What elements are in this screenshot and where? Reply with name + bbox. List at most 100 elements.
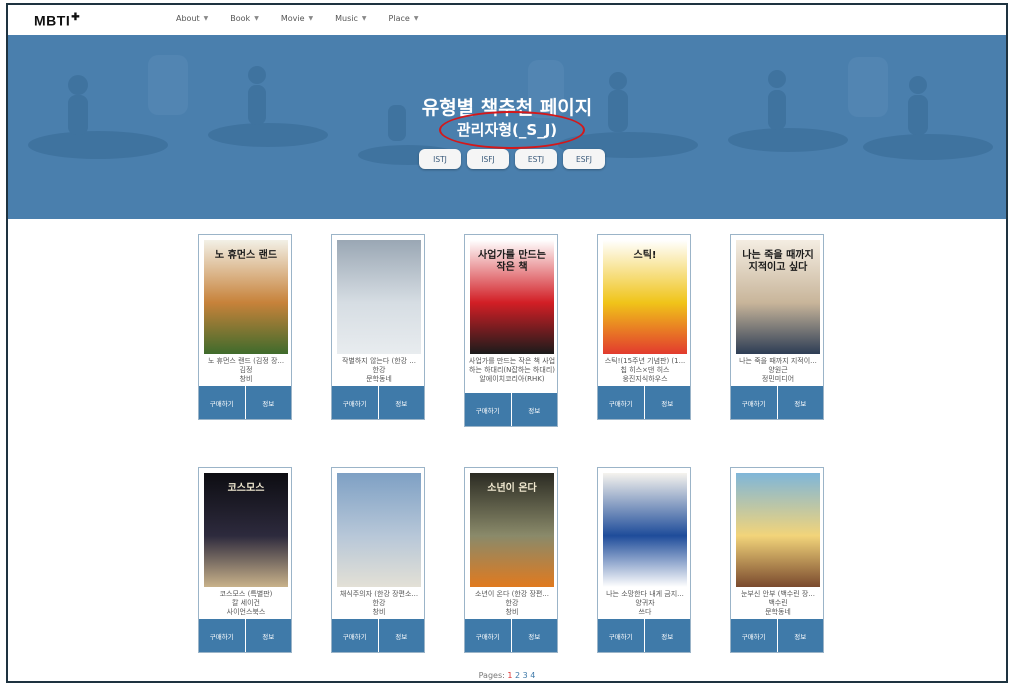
book-actions: 구매하기 정보: [199, 385, 291, 419]
book-title: 나는 소망한다 내게 금지...: [606, 590, 684, 598]
type-button-group: ISTJ ISFJ ESTJ ESFJ: [419, 149, 605, 169]
book-author: 한강: [372, 366, 386, 374]
info-button[interactable]: 정보: [510, 619, 557, 652]
info-button[interactable]: 정보: [776, 619, 823, 652]
book-publisher: 웅진지식하우스: [622, 375, 668, 383]
book-author: 백수린: [768, 599, 788, 607]
hero-banner: 유형별 책추천 페이지 관리자형(_S_J) ISTJ ISFJ ESTJ ES…: [8, 35, 1006, 219]
nav-item-book[interactable]: Book ▼: [230, 14, 259, 23]
book-card: 나는 소망한다 내게 금지... 양귀자 쓰다 구매하기 정보: [597, 467, 691, 653]
type-button-istj[interactable]: ISTJ: [419, 149, 461, 169]
type-button-estj[interactable]: ESTJ: [515, 149, 557, 169]
book-publisher: 쓰다: [638, 608, 652, 616]
pagination-label: Pages:: [478, 671, 505, 680]
buy-button[interactable]: 구매하기: [598, 619, 644, 652]
buy-button[interactable]: 구매하기: [199, 386, 245, 419]
info-button[interactable]: 정보: [510, 393, 557, 426]
chevron-down-icon: ▼: [413, 15, 419, 22]
book-publisher: 창비: [505, 608, 519, 616]
nav-item-about[interactable]: About ▼: [176, 14, 208, 23]
nav-item-movie[interactable]: Movie ▼: [281, 14, 313, 23]
buy-button[interactable]: 구매하기: [465, 393, 511, 426]
book-publisher: 알에이치코리아(RHK): [479, 375, 545, 383]
page-link[interactable]: 2: [515, 671, 520, 680]
book-info: 눈부신 안부 (백수린 장... 백수린 문학동네: [733, 590, 823, 617]
book-author: 김정: [239, 366, 253, 374]
buy-button[interactable]: 구매하기: [465, 619, 511, 652]
book-author: 양귀자: [635, 599, 655, 607]
book-cover-image[interactable]: [337, 240, 421, 354]
book-title: 소년이 온다 (한강 장편...: [474, 590, 550, 598]
book-card: 작별하지 않는다 (한강 ... 한강 문학동네 구매하기 정보: [331, 234, 425, 420]
buy-button[interactable]: 구매하기: [731, 619, 777, 652]
book-cover-image[interactable]: [603, 473, 687, 587]
page-link[interactable]: 4: [530, 671, 535, 680]
book-card: 나는 죽을 때까지 지적이고 싶다 나는 죽을 때까지 지적이... 양원근 정민미디…: [730, 234, 824, 420]
book-title: 채식주의자 (한강 장편소...: [339, 590, 419, 598]
book-publisher: 사이언스북스: [226, 608, 266, 616]
book-card: 사업가를 만드는 작은 책사업가를 만드는 작은 책 사업하는 하대리(N잡하는…: [464, 234, 558, 427]
book-publisher: 창비: [372, 608, 386, 616]
book-cover-image[interactable]: 노 휴먼스 랜드: [204, 240, 288, 354]
book-title: 눈부신 안부 (백수린 장...: [740, 590, 816, 598]
book-info: 스틱!(15주년 기념판) (1... 칩 히스×댄 히스 웅진지식하우스: [600, 357, 690, 384]
type-button-isfj[interactable]: ISFJ: [467, 149, 509, 169]
book-cover-image[interactable]: 사업가를 만드는 작은 책: [470, 240, 554, 354]
page-frame: MBTI✚ About ▼ Book ▼ Movie ▼ Music ▼ Place ▼ …: [6, 3, 1008, 683]
book-actions: 구매하기 정보: [598, 385, 690, 419]
page-link-current[interactable]: 1: [507, 671, 512, 680]
logo-mark-icon: ✚: [71, 12, 81, 23]
info-button[interactable]: 정보: [377, 386, 424, 419]
book-info: 나는 소망한다 내게 금지... 양귀자 쓰다: [600, 590, 690, 617]
book-author: 한강: [372, 599, 386, 607]
book-info: 채식주의자 (한강 장편소... 한강 창비: [334, 590, 424, 617]
nav-item-place[interactable]: Place ▼: [389, 14, 419, 23]
book-actions: 구매하기 정보: [465, 618, 557, 652]
book-cover-image[interactable]: 코스모스: [204, 473, 288, 587]
highlight-circle: [439, 111, 585, 149]
book-publisher: 창비: [239, 375, 253, 383]
book-title: 사업가를 만드는 작은 책 사업하는 하대리(N잡하는 하대리): [468, 357, 556, 374]
info-button[interactable]: 정보: [776, 386, 823, 419]
book-title: 스틱!(15주년 기념판) (1...: [604, 357, 686, 365]
book-cover-image[interactable]: [736, 473, 820, 587]
book-info: 사업가를 만드는 작은 책 사업하는 하대리(N잡하는 하대리) 알에이치코리아(…: [467, 357, 557, 384]
book-title: 코스모스 (특별판): [219, 590, 273, 598]
pagination: Pages: 1 2 3 4: [8, 671, 1006, 680]
site-logo[interactable]: MBTI✚: [34, 12, 80, 29]
cover-title-text: 사업가를 만드는 작은 책: [478, 250, 546, 273]
chevron-down-icon: ▼: [361, 15, 367, 22]
book-cover-image[interactable]: [337, 473, 421, 587]
book-author: 칩 히스×댄 히스: [620, 366, 670, 374]
book-actions: 구매하기 정보: [731, 618, 823, 652]
info-button[interactable]: 정보: [643, 386, 690, 419]
info-button[interactable]: 정보: [643, 619, 690, 652]
nav-item-music[interactable]: Music ▼: [335, 14, 366, 23]
book-title: 노 휴먼스 랜드 (김정 장...: [207, 357, 285, 365]
book-card: 소년이 온다 소년이 온다 (한강 장편... 한강 창비 구매하기 정보: [464, 467, 558, 653]
info-button[interactable]: 정보: [244, 386, 291, 419]
buy-button[interactable]: 구매하기: [332, 386, 378, 419]
page-link[interactable]: 3: [523, 671, 528, 680]
info-button[interactable]: 정보: [377, 619, 424, 652]
book-card: 노 휴먼스 랜드 노 휴먼스 랜드 (김정 장... 김정 창비 구매하기 정보: [198, 234, 292, 420]
book-card: 스틱! 스틱!(15주년 기념판) (1... 칩 히스×댄 히스 웅진지식하우스 구매…: [597, 234, 691, 420]
book-cover-image[interactable]: 스틱!: [603, 240, 687, 354]
book-info: 작별하지 않는다 (한강 ... 한강 문학동네: [334, 357, 424, 384]
type-button-esfj[interactable]: ESFJ: [563, 149, 605, 169]
book-cover-image[interactable]: 나는 죽을 때까지 지적이고 싶다: [736, 240, 820, 354]
book-info: 코스모스 (특별판) 칼 세이건 사이언스북스: [201, 590, 291, 617]
book-cover-image[interactable]: 소년이 온다: [470, 473, 554, 587]
book-info: 노 휴먼스 랜드 (김정 장... 김정 창비: [201, 357, 291, 384]
info-button[interactable]: 정보: [244, 619, 291, 652]
book-publisher: 문학동네: [765, 608, 791, 616]
chevron-down-icon: ▼: [308, 15, 314, 22]
buy-button[interactable]: 구매하기: [199, 619, 245, 652]
book-publisher: 정민미디어: [761, 375, 795, 383]
buy-button[interactable]: 구매하기: [731, 386, 777, 419]
book-publisher: 문학동네: [366, 375, 392, 383]
book-card: 코스모스코스모스 (특별판) 칼 세이건 사이언스북스 구매하기 정보: [198, 467, 292, 653]
buy-button[interactable]: 구매하기: [332, 619, 378, 652]
buy-button[interactable]: 구매하기: [598, 386, 644, 419]
cover-title-text: 노 휴먼스 랜드: [214, 250, 278, 261]
